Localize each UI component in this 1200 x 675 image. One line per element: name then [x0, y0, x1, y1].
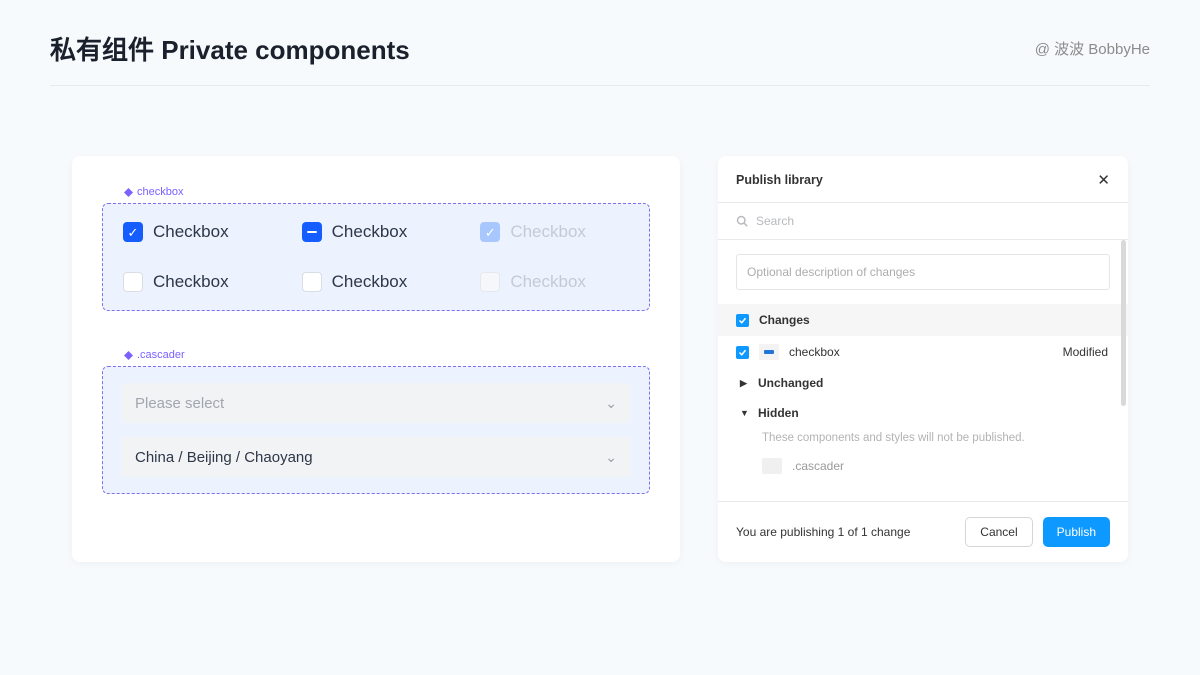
checkbox-label: Checkbox: [153, 222, 229, 242]
changes-label: Changes: [759, 313, 810, 327]
component-thumbnail: [759, 344, 779, 360]
component-icon: [124, 188, 133, 197]
component-icon: [124, 351, 133, 360]
checkbox-label: Checkbox: [332, 272, 408, 292]
checkbox-checked[interactable]: ✓ Checkbox: [123, 222, 272, 242]
checkbox-label: Checkbox: [510, 222, 586, 242]
author-handle: @ 波波 BobbyHe: [1035, 38, 1150, 59]
caret-right-icon: ▶: [740, 378, 748, 389]
component-label-text: checkbox: [137, 186, 183, 198]
dialog-title: Publish library: [736, 173, 823, 187]
item-checkbox[interactable]: [736, 346, 749, 359]
description-input[interactable]: Optional description of changes: [736, 254, 1110, 290]
hidden-label: Hidden: [758, 406, 799, 420]
checkbox-indeterminate[interactable]: Checkbox: [302, 222, 451, 242]
checkbox-empty[interactable]: Checkbox: [123, 272, 272, 292]
checkbox-icon: ✓: [123, 222, 143, 242]
unchanged-label: Unchanged: [758, 376, 823, 390]
component-label-text: .cascader: [137, 349, 185, 361]
component-thumbnail: [762, 458, 782, 474]
checkbox-variants-frame[interactable]: ✓ Checkbox Checkbox ✓ Checkbox: [102, 203, 650, 311]
changes-section-header[interactable]: Changes: [718, 304, 1128, 336]
checkbox-icon: [123, 272, 143, 292]
minus-icon: [307, 231, 317, 234]
component-label-checkbox: checkbox: [124, 186, 650, 198]
checkbox-label: Checkbox: [332, 222, 408, 242]
checkbox-label: Checkbox: [153, 272, 229, 292]
search-placeholder: Search: [756, 214, 794, 228]
change-item[interactable]: checkbox Modified: [718, 336, 1128, 368]
checkbox-icon: [302, 222, 322, 242]
check-icon: ✓: [128, 226, 139, 239]
item-status: Modified: [1063, 345, 1108, 359]
checkbox-icon: [302, 272, 322, 292]
close-icon[interactable]: ✕: [1097, 171, 1110, 189]
select-all-checkbox[interactable]: [736, 314, 749, 327]
publish-button[interactable]: Publish: [1043, 517, 1110, 547]
cascader-filled[interactable]: China / Beijing / Chaoyang ⌄: [121, 437, 631, 477]
checkbox-icon: ✓: [480, 222, 500, 242]
chevron-down-icon: ⌄: [605, 449, 617, 466]
cascader-placeholder[interactable]: Please select ⌄: [121, 383, 631, 423]
unchanged-section[interactable]: ▶ Unchanged: [718, 368, 1128, 398]
check-icon: ✓: [485, 226, 496, 239]
search-input[interactable]: Search: [718, 203, 1128, 240]
publish-summary: You are publishing 1 of 1 change: [736, 525, 910, 539]
checkbox-icon: [480, 272, 500, 292]
caret-down-icon: ▼: [740, 408, 748, 418]
checkbox-label: Checkbox: [510, 272, 586, 292]
hidden-section[interactable]: ▼ Hidden: [718, 398, 1128, 428]
component-label-cascader: .cascader: [124, 349, 650, 361]
publish-dialog: Publish library ✕ Search Optional descri…: [718, 156, 1128, 562]
chevron-down-icon: ⌄: [605, 395, 617, 412]
cascader-variants-frame[interactable]: Please select ⌄ China / Beijing / Chaoya…: [102, 366, 650, 494]
checkbox-empty-disabled: Checkbox: [480, 272, 629, 292]
cancel-button[interactable]: Cancel: [965, 517, 1032, 547]
hidden-item-name: .cascader: [792, 459, 844, 473]
hidden-item[interactable]: .cascader: [718, 454, 1128, 478]
scrollbar[interactable]: [1121, 240, 1126, 406]
checkbox-checked-disabled: ✓ Checkbox: [480, 222, 629, 242]
hidden-note: These components and styles will not be …: [718, 428, 1128, 454]
select-placeholder-text: Please select: [135, 395, 224, 412]
select-value-text: China / Beijing / Chaoyang: [135, 449, 313, 466]
search-icon: [736, 215, 748, 227]
checkbox-empty[interactable]: Checkbox: [302, 272, 451, 292]
component-canvas: checkbox ✓ Checkbox Checkbox: [72, 156, 680, 562]
description-placeholder: Optional description of changes: [747, 265, 915, 279]
page-title: 私有组件 Private components: [50, 30, 410, 67]
item-name: checkbox: [789, 345, 1053, 359]
